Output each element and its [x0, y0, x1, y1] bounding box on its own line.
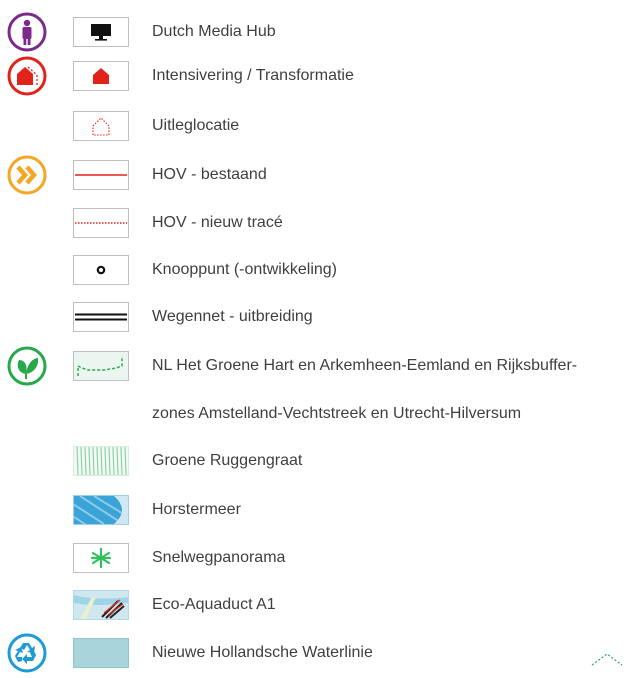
red-house-icon [73, 61, 129, 91]
dotted-red-line-icon [73, 208, 129, 238]
legend-row-snelwegpanorama: Snelwegpanorama [0, 538, 636, 578]
legend-row-groene-hart: NL Het Groene Hart en Arkemheen-Eemland … [0, 346, 636, 386]
legend-label: Uitleglocatie [152, 117, 240, 134]
legend-row-dutch-media-hub: Dutch Media Hub [0, 12, 636, 52]
legend-label: zones Amstelland-Vechtstreek en Utrecht-… [152, 405, 522, 422]
legend-label: HOV - nieuw tracé [152, 214, 283, 231]
recycle-icon [7, 633, 47, 673]
legend-row-intensivering: Intensivering / Transformatie [0, 56, 636, 96]
legend-row-groene-hart-continued: zones Amstelland-Vechtstreek en Utrecht-… [0, 394, 636, 434]
legend-row-eco-aquaduct: Eco-Aquaduct A1 [0, 585, 636, 625]
ring-node-icon [73, 255, 129, 285]
double-road-icon [73, 302, 129, 332]
media-hub-person-icon [7, 12, 47, 52]
green-dashed-border-icon [73, 351, 129, 381]
legend-row-waterlinie: Nieuwe Hollandsche Waterlinie [0, 633, 636, 673]
legend-label: Wegennet - uitbreiding [152, 308, 313, 325]
legend-label: Horstermeer [152, 501, 241, 518]
aquaduct-photo-icon [73, 590, 129, 620]
legend-label: NL Het Groene Hart en Arkemheen-Eemland … [152, 357, 578, 374]
legend-label: Knooppunt (-ontwikkeling) [152, 261, 337, 278]
legend-label: Groene Ruggengraat [152, 452, 303, 469]
monitor-icon [73, 17, 129, 47]
green-hatch-icon [73, 446, 129, 476]
legend-row-uitleglocatie: Uitleglocatie [0, 106, 636, 146]
legend-label: Dutch Media Hub [152, 23, 276, 40]
blue-stripes-icon [73, 495, 129, 525]
solid-red-line-icon [73, 160, 129, 190]
dotted-green-outline-icon [590, 652, 624, 671]
dotted-house-icon [73, 111, 129, 141]
legend-row-wegennet: Wegennet - uitbreiding [0, 297, 636, 337]
legend-row-knooppunt: Knooppunt (-ontwikkeling) [0, 250, 636, 290]
legend-label: Snelwegpanorama [152, 549, 286, 566]
legend-row-groene-ruggengraat: Groene Ruggengraat [0, 441, 636, 481]
legend-label: HOV - bestaand [152, 166, 267, 183]
leaf-icon [7, 346, 47, 386]
chevron-right-double-icon [7, 155, 47, 195]
legend-label: Eco-Aquaduct A1 [152, 596, 276, 613]
light-blue-fill-icon [73, 638, 129, 668]
legend-row-horstermeer: Horstermeer [0, 490, 636, 530]
green-asterisk-icon [73, 543, 129, 573]
house-transform-icon [7, 56, 47, 96]
legend-row-hov-bestaand: HOV - bestaand [0, 155, 636, 195]
legend-row-hov-nieuw: HOV - nieuw tracé [0, 203, 636, 243]
legend-label: Nieuwe Hollandsche Waterlinie [152, 644, 373, 661]
legend-label: Intensivering / Transformatie [152, 67, 354, 84]
